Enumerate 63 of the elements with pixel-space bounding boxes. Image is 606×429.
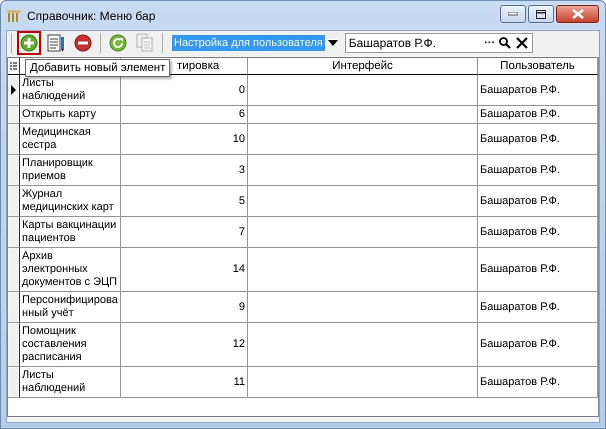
table-cell: Башаратов Р.Ф. xyxy=(478,248,598,292)
maximize-icon xyxy=(536,10,546,18)
table-cell: 5 xyxy=(121,186,248,217)
maximize-button[interactable] xyxy=(528,5,554,23)
search-icon[interactable] xyxy=(498,36,512,50)
tooltip: Добавить новый элемент xyxy=(25,59,170,77)
row-selector[interactable] xyxy=(8,186,20,217)
minimize-button[interactable] xyxy=(500,5,526,23)
table-cell: Башаратов Р.Ф. xyxy=(478,217,598,248)
dropdown-arrow-icon xyxy=(328,40,338,46)
table-cell: 7 xyxy=(121,217,248,248)
table-cell: 14 xyxy=(121,248,248,292)
table-cell: Открыть карту xyxy=(20,106,121,124)
row-selector[interactable] xyxy=(8,367,20,398)
table-cell: 10 xyxy=(121,124,248,155)
close-icon xyxy=(572,9,584,19)
table-cell: Башаратов Р.Ф. xyxy=(478,367,598,398)
table-cell: 12 xyxy=(121,323,248,367)
add-button[interactable] xyxy=(17,31,41,55)
table-cell: Архив электронных документов с ЭЦП xyxy=(20,248,121,292)
row-selector[interactable] xyxy=(8,124,20,155)
row-selector[interactable] xyxy=(8,106,20,124)
table-cell: Башаратов Р.Ф. xyxy=(478,292,598,323)
documents-icon xyxy=(136,33,154,53)
refresh-icon xyxy=(109,34,127,52)
row-selector[interactable] xyxy=(8,155,20,186)
plus-icon xyxy=(20,34,38,52)
grid-icon xyxy=(7,10,21,22)
minimize-icon xyxy=(508,12,518,16)
table-cell: Башаратов Р.Ф. xyxy=(478,124,598,155)
table-cell: 11 xyxy=(121,367,248,398)
table-cell: Персонифицирова нный учёт xyxy=(20,292,121,323)
table-cell: Помощник составления расписания xyxy=(20,323,121,367)
table-cell: Медицинская сестра xyxy=(20,124,121,155)
row-selector[interactable] xyxy=(8,292,20,323)
table-cell: 3 xyxy=(121,155,248,186)
dropdown-value: Настройка для пользователя xyxy=(172,35,325,51)
table-cell: 6 xyxy=(121,106,248,124)
user-field[interactable]: Башаратов Р.Ф. ··· xyxy=(344,33,533,53)
current-row-icon xyxy=(11,85,16,95)
column-header[interactable]: Пользователь xyxy=(478,58,598,75)
row-selector[interactable] xyxy=(8,217,20,248)
column-header[interactable]: Интерфейс xyxy=(248,58,478,75)
column-chooser-icon[interactable] xyxy=(10,62,17,70)
table-cell: Планировщик приемов xyxy=(20,155,121,186)
table-cell: Листы наблюдений xyxy=(20,367,121,398)
clear-icon[interactable] xyxy=(514,36,529,50)
table-cell: Карты вакцинации пациентов xyxy=(20,217,121,248)
table-cell: Башаратов Р.Ф. xyxy=(478,155,598,186)
browse-button[interactable]: ··· xyxy=(482,34,498,52)
document-pencil-icon xyxy=(46,33,66,53)
table-cell: Башаратов Р.Ф. xyxy=(478,75,598,106)
window-title: Справочник: Меню бар xyxy=(27,8,156,22)
table-cell: Журнал медицинских карт xyxy=(20,186,121,217)
table-cell: Башаратов Р.Ф. xyxy=(478,186,598,217)
minus-icon xyxy=(74,34,92,52)
table-cell: Башаратов Р.Ф. xyxy=(478,106,598,124)
row-selector[interactable] xyxy=(8,323,20,367)
close-button[interactable] xyxy=(556,5,599,23)
table-cell: 9 xyxy=(121,292,248,323)
row-selector[interactable] xyxy=(8,248,20,292)
table-cell: Башаратов Р.Ф. xyxy=(478,323,598,367)
row-selector[interactable] xyxy=(8,75,20,106)
